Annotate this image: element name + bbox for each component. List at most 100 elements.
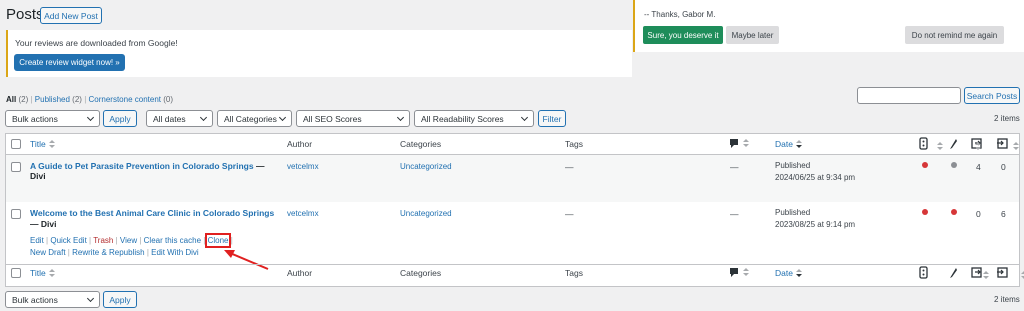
maybe-later-button[interactable]: Maybe later — [726, 26, 779, 44]
create-review-widget-button[interactable]: Create review widget now! » — [14, 54, 125, 71]
separator: | — [67, 248, 70, 257]
readability-column-footer[interactable] — [948, 266, 958, 281]
filter-button[interactable]: Filter — [538, 110, 566, 127]
internal-links-column-footer[interactable] — [971, 266, 983, 281]
view-cornerstone-count: (0) — [163, 95, 174, 104]
post-state: — Divi — [30, 219, 57, 229]
comments-value: — — [730, 209, 739, 219]
incoming-links-icon — [997, 267, 1008, 278]
row-actions: Edit | Quick Edit | Trash | View | Clear… — [30, 233, 240, 259]
dates-select[interactable]: All dates — [146, 110, 213, 127]
quick-edit-action[interactable]: Quick Edit — [50, 236, 86, 245]
author-link[interactable]: vetcelmx — [287, 209, 319, 218]
items-count-top: 2 items — [994, 114, 1020, 123]
new-draft-action[interactable]: New Draft — [30, 248, 66, 257]
edit-action[interactable]: Edit — [30, 236, 44, 245]
categories-column-header: Categories — [400, 139, 442, 149]
trash-action[interactable]: Trash — [93, 236, 113, 245]
sort-descending-icon — [795, 140, 802, 149]
comments-column-header[interactable] — [729, 138, 749, 151]
seo-score-dot — [922, 209, 928, 215]
tags-column-header: Tags — [565, 139, 583, 149]
post-date: 2024/06/25 at 9:34 pm — [775, 173, 856, 182]
title-column-header[interactable]: Title — [30, 139, 55, 149]
readability-icon — [950, 139, 957, 149]
comments-value: — — [730, 162, 739, 172]
view-published[interactable]: Published — [35, 95, 70, 104]
bulk-actions-select-bottom[interactable]: Bulk actions — [5, 291, 100, 308]
title-column-footer[interactable]: Title — [30, 268, 55, 278]
edit-with-divi-action[interactable]: Edit With Divi — [151, 248, 199, 257]
view-published-count: (2) — [72, 95, 82, 104]
readability-icon — [950, 268, 957, 278]
seo-score-icon — [919, 266, 928, 279]
sort-icon — [1012, 142, 1019, 151]
category-link[interactable]: Uncategorized — [400, 209, 452, 218]
author-link[interactable]: vetcelmx — [287, 162, 319, 171]
post-title-link[interactable]: A Guide to Pet Parasite Prevention in Co… — [30, 161, 254, 171]
views-list: All (2) | Published (2) | Cornerstone co… — [6, 95, 173, 104]
readability-select[interactable]: All Readability Scores — [414, 110, 534, 127]
post-date: 2023/08/25 at 9:14 pm — [775, 220, 856, 229]
seo-score-column-footer[interactable] — [919, 266, 929, 281]
title-header-label: Title — [30, 139, 46, 149]
row-checkbox[interactable] — [11, 162, 21, 172]
table-header-row — [5, 133, 1020, 155]
chevron-down-icon — [396, 113, 405, 122]
bulk-actions-select[interactable]: Bulk actions — [5, 110, 100, 127]
comments-column-footer[interactable] — [729, 267, 749, 280]
separator: | — [139, 236, 142, 245]
incoming-links-column-header[interactable] — [996, 137, 1008, 152]
tags-column-footer: Tags — [565, 268, 583, 278]
dates-label: All dates — [153, 113, 186, 124]
sort-icon — [48, 140, 55, 149]
sort-icon — [937, 142, 943, 151]
do-not-remind-button[interactable]: Do not remind me again — [905, 26, 1004, 44]
row-checkbox[interactable] — [11, 209, 21, 219]
separator: | — [203, 236, 206, 245]
thanks-text: -- Thanks, Gabor M. — [644, 10, 716, 19]
readability-score-dot — [951, 162, 957, 168]
annotation-arrow-icon — [224, 250, 269, 270]
sure-button[interactable]: Sure, you deserve it — [643, 26, 723, 44]
author-column-header: Author — [287, 139, 313, 149]
seo-scores-select[interactable]: All SEO Scores — [296, 110, 410, 127]
select-all-checkbox[interactable] — [11, 268, 21, 278]
view-cornerstone[interactable]: Cornerstone content — [89, 95, 162, 104]
date-column-header[interactable]: Date — [775, 139, 802, 149]
incoming-links-column-footer[interactable] — [996, 266, 1008, 281]
seo-scores-label: All SEO Scores — [303, 113, 362, 124]
date-column-footer[interactable]: Date — [775, 268, 802, 278]
search-input[interactable] — [857, 87, 961, 104]
separator: | — [46, 236, 49, 245]
view-action[interactable]: View — [120, 236, 137, 245]
tags-value: — — [565, 162, 574, 172]
chevron-down-icon — [199, 113, 208, 122]
chevron-down-icon — [520, 113, 529, 122]
view-all[interactable]: All — [6, 95, 16, 104]
apply-button-bottom[interactable]: Apply — [103, 291, 137, 308]
date-header-label: Date — [775, 139, 793, 149]
rewrite-republish-action[interactable]: Rewrite & Republish — [72, 248, 144, 257]
seo-score-column-header[interactable] — [919, 137, 929, 152]
view-all-count: (2) — [18, 95, 29, 104]
separator: | — [84, 95, 87, 104]
post-title-cell: Welcome to the Best Animal Care Clinic i… — [30, 208, 275, 230]
clone-action[interactable]: Clone — [204, 233, 232, 248]
apply-button[interactable]: Apply — [103, 110, 137, 127]
readability-label: All Readability Scores — [421, 113, 504, 124]
page-title: Posts — [6, 6, 44, 23]
clear-cache-action[interactable]: Clear this cache — [144, 236, 201, 245]
categories-select[interactable]: All Categories — [217, 110, 292, 127]
author-column-footer: Author — [287, 268, 313, 278]
post-title-link[interactable]: Welcome to the Best Animal Care Clinic i… — [30, 208, 274, 218]
items-count-bottom: 2 items — [994, 295, 1020, 304]
readability-column-header[interactable] — [948, 137, 958, 152]
add-new-post-button[interactable]: Add New Post — [40, 7, 102, 24]
seo-score-icon — [919, 137, 928, 150]
select-all-checkbox[interactable] — [11, 139, 21, 149]
category-link[interactable]: Uncategorized — [400, 162, 452, 171]
post-status: Published — [775, 161, 811, 170]
sort-icon — [48, 269, 55, 278]
search-posts-button[interactable]: Search Posts — [964, 87, 1020, 104]
